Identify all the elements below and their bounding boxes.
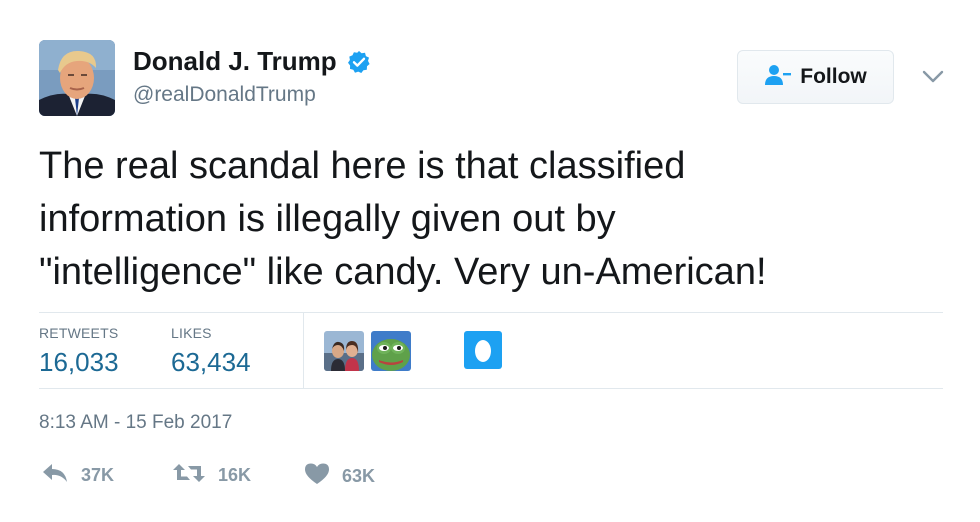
- retweet-icon: [172, 462, 206, 489]
- follow-person-icon: [764, 64, 792, 91]
- stats-divider-bottom: [39, 388, 943, 389]
- likes-stat[interactable]: LIKES 63,434: [171, 325, 251, 378]
- stats-separator: [303, 312, 304, 388]
- tweet-text-line: "intelligence" like candy. Very un-Ameri…: [39, 251, 767, 293]
- user-handle[interactable]: @realDonaldTrump: [133, 83, 371, 107]
- reply-icon: [41, 462, 69, 489]
- tweet-text-line: The real scandal here is that classified: [39, 145, 686, 187]
- retweet-count: 16K: [218, 465, 252, 485]
- avatar[interactable]: [39, 40, 115, 116]
- tweet-text-line: information is illegally given out by: [39, 198, 616, 240]
- retweets-stat[interactable]: RETWEETS 16,033: [39, 325, 119, 378]
- tweet-text: The real scandal here is that classified…: [39, 140, 939, 299]
- likes-value: 63,434: [171, 347, 251, 377]
- chevron-down-icon[interactable]: [922, 70, 944, 84]
- likes-label: LIKES: [171, 325, 212, 341]
- like-count: 63K: [342, 466, 376, 486]
- liker-avatar-default[interactable]: [464, 331, 502, 369]
- user-identity: Donald J. Trump @realDonaldTrump: [133, 46, 371, 107]
- like-button[interactable]: 63K: [304, 462, 375, 491]
- stats-divider-top: [39, 312, 943, 313]
- liker-avatar[interactable]: [371, 331, 411, 371]
- tweet-card: Donald J. Trump @realDonaldTrump Follow: [0, 0, 980, 522]
- heart-icon: [304, 462, 330, 491]
- reply-button[interactable]: 37K: [41, 462, 114, 489]
- follow-button-label: Follow: [800, 65, 867, 88]
- reply-count: 37K: [81, 465, 115, 485]
- retweets-label: RETWEETS: [39, 325, 119, 341]
- liker-avatars: [324, 331, 411, 371]
- user-fullname[interactable]: Donald J. Trump: [133, 46, 337, 77]
- tweet-timestamp[interactable]: 8:13 AM - 15 Feb 2017: [39, 412, 232, 434]
- liker-avatar[interactable]: [324, 331, 364, 371]
- retweet-button[interactable]: 16K: [172, 462, 251, 489]
- verified-badge-icon: [347, 50, 371, 74]
- retweets-value: 16,033: [39, 347, 119, 377]
- follow-button[interactable]: Follow: [737, 50, 894, 104]
